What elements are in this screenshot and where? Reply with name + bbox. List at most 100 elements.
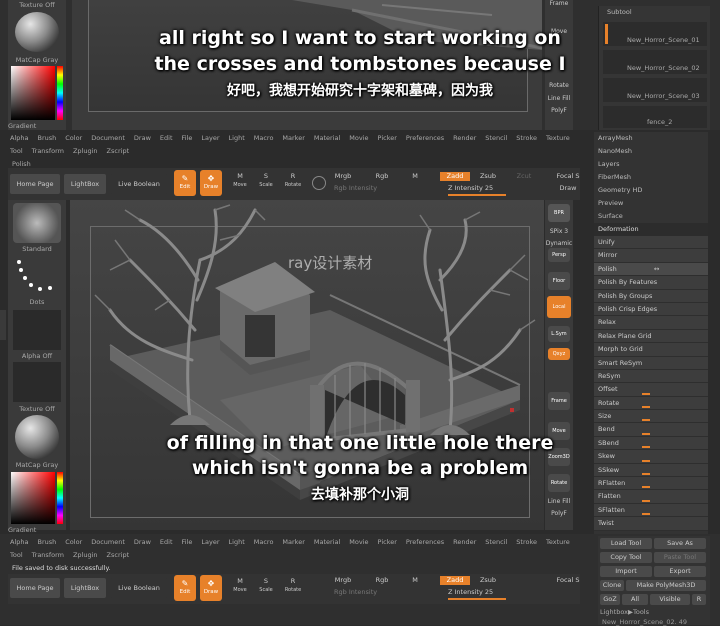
make-polymesh-button[interactable]: Make PolyMesh3D xyxy=(626,580,706,591)
menu-texture[interactable]: Texture xyxy=(546,134,570,142)
zsub-button[interactable]: Zsub xyxy=(476,172,500,181)
local-button[interactable]: Local xyxy=(547,296,571,318)
deform-relax[interactable]: Relax xyxy=(594,316,708,330)
dynamic-label[interactable]: Dynamic xyxy=(545,240,573,247)
goz-button[interactable]: GoZ xyxy=(600,594,620,605)
export-button[interactable]: Export xyxy=(654,566,706,577)
deform-offset[interactable]: Offset xyxy=(594,383,708,397)
menu-layer[interactable]: Layer xyxy=(201,134,219,142)
frame-label[interactable]: Frame xyxy=(545,0,573,7)
gizmo-icon[interactable] xyxy=(312,176,326,190)
lsym-button[interactable]: L.Sym xyxy=(548,326,570,342)
rotate-button[interactable]: R Rotate xyxy=(282,577,304,595)
move-button[interactable]: M Move xyxy=(230,577,250,595)
palette-item-fibermesh[interactable]: FiberMesh xyxy=(594,171,708,184)
load-tool-button[interactable]: Load Tool xyxy=(600,538,652,549)
zadd-button[interactable]: Zadd xyxy=(440,172,470,181)
rgb-button[interactable]: Rgb xyxy=(372,576,392,585)
focal-label[interactable]: Focal S xyxy=(556,576,580,585)
menu-light[interactable]: Light xyxy=(229,134,245,142)
r-button[interactable]: R xyxy=(692,594,706,605)
deformation-header[interactable]: Deformation xyxy=(594,223,708,236)
edit-button[interactable]: ✎ Edit xyxy=(174,170,196,196)
zadd-button[interactable]: Zadd xyxy=(440,576,470,585)
menu-document[interactable]: Document xyxy=(91,134,125,142)
scale-button[interactable]: S Scale xyxy=(256,172,276,190)
texture-icon[interactable] xyxy=(13,362,61,402)
deform-rotate[interactable]: Rotate xyxy=(594,396,708,411)
dots-stroke-icon[interactable] xyxy=(13,256,61,296)
lightbox-tools-label[interactable]: Lightbox▶Tools xyxy=(600,608,649,616)
deform-unify[interactable]: Unify xyxy=(594,236,708,250)
menu-macro[interactable]: Macro xyxy=(254,134,274,142)
edit-button[interactable]: ✎ Edit xyxy=(174,575,196,601)
z-intensity-slider[interactable]: Z Intensity 25 xyxy=(448,184,528,193)
home-page-button[interactable]: Home Page xyxy=(10,578,60,598)
palette-item-preview[interactable]: Preview xyxy=(594,197,708,210)
menu-brush[interactable]: Brush xyxy=(37,134,56,142)
zsub-button[interactable]: Zsub xyxy=(476,576,500,585)
standard-brush-icon[interactable] xyxy=(13,203,61,243)
menu-zplugin[interactable]: Zplugin xyxy=(73,147,98,155)
persp-button[interactable]: Persp xyxy=(548,248,570,262)
visible-button[interactable]: Visible xyxy=(650,594,690,605)
deform-morph-to-grid[interactable]: Morph to Grid xyxy=(594,343,708,357)
menu-movie[interactable]: Movie xyxy=(349,134,368,142)
spix-label[interactable]: SPix 3 xyxy=(545,228,573,235)
deform-polish-crisp-edges[interactable]: Polish Crisp Edges xyxy=(594,302,708,317)
palette-item-geometry-hd[interactable]: Geometry HD xyxy=(594,184,708,197)
subtool-row[interactable]: fence_2 xyxy=(603,106,707,128)
menu-marker[interactable]: Marker xyxy=(282,134,304,142)
rotate-button[interactable]: R Rotate xyxy=(282,172,304,190)
floor-button[interactable]: Floor xyxy=(548,272,570,290)
deform-size[interactable]: Size xyxy=(594,410,708,424)
menu-stroke[interactable]: Stroke xyxy=(516,134,537,142)
copy-tool-button[interactable]: Copy Tool xyxy=(600,552,652,563)
deform-polish[interactable]: Polish ↔ xyxy=(594,262,708,277)
paste-tool-button[interactable]: Paste Tool xyxy=(654,552,706,563)
palette-item-surface[interactable]: Surface xyxy=(594,210,708,223)
draw-button[interactable]: ✥ Draw xyxy=(200,170,222,196)
deform-smart-resym[interactable]: Smart ReSym xyxy=(594,356,708,370)
save-as-button[interactable]: Save As xyxy=(654,538,706,549)
menu-picker[interactable]: Picker xyxy=(378,134,397,142)
move-button[interactable]: M Move xyxy=(230,172,250,190)
m-button[interactable]: M xyxy=(408,172,422,181)
alpha-icon[interactable] xyxy=(13,310,61,350)
deform-sflatten[interactable]: SFlatten xyxy=(594,503,708,518)
deform-polish-by-features[interactable]: Polish By Features xyxy=(594,276,708,290)
all-button[interactable]: All xyxy=(622,594,648,605)
live-boolean-button[interactable]: Live Boolean xyxy=(110,174,168,194)
menu-file[interactable]: File xyxy=(182,134,193,142)
deform-relax-plane-grid[interactable]: Relax Plane Grid xyxy=(594,329,708,344)
draw-size-label[interactable]: Draw xyxy=(556,184,580,193)
draw-button[interactable]: ✥ Draw xyxy=(200,575,222,601)
home-page-button[interactable]: Home Page xyxy=(10,174,60,194)
viewport[interactable]: ray设计素材 xyxy=(70,200,544,530)
xyz-button[interactable]: Qxyz xyxy=(548,348,570,360)
menu-edit[interactable]: Edit xyxy=(160,134,173,142)
polyf-label[interactable]: PolyF xyxy=(545,510,573,517)
rgb-intensity-slider[interactable]: Rgb Intensity xyxy=(334,184,394,193)
bpr-button[interactable]: BPR xyxy=(548,204,570,222)
menu-tool[interactable]: Tool xyxy=(10,147,23,155)
menu-color[interactable]: Color xyxy=(65,134,82,142)
menu-preferences[interactable]: Preferences xyxy=(406,134,444,142)
zcut-button[interactable]: Zcut xyxy=(514,172,534,181)
menu-render[interactable]: Render xyxy=(453,134,476,142)
palette-item-nanomesh[interactable]: NanoMesh xyxy=(594,145,708,158)
live-boolean-button[interactable]: Live Boolean xyxy=(110,578,168,598)
menu-material[interactable]: Material xyxy=(314,134,340,142)
lightbox-button[interactable]: LightBox xyxy=(64,174,106,194)
deform-resym[interactable]: ReSym xyxy=(594,369,708,384)
polyf-label[interactable]: PolyF xyxy=(545,107,573,114)
deform-twist[interactable]: Twist xyxy=(594,517,708,531)
palette-item-layers[interactable]: Layers xyxy=(594,158,708,171)
import-button[interactable]: Import xyxy=(600,566,652,577)
z-intensity-slider[interactable]: Z Intensity 25 xyxy=(448,588,528,597)
deform-mirror[interactable]: Mirror xyxy=(594,249,708,263)
menu-transform[interactable]: Transform xyxy=(32,147,64,155)
menu-draw[interactable]: Draw xyxy=(134,134,151,142)
menu-zscript[interactable]: Zscript xyxy=(107,147,130,155)
left-edge-arrow[interactable] xyxy=(0,310,6,340)
